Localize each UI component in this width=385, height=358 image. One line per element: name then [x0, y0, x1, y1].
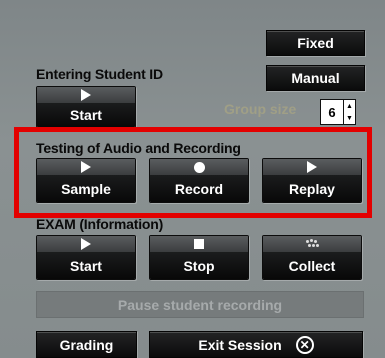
control-panel: Fixed Manual Entering Student ID Start G…: [0, 0, 385, 358]
entering-student-id-title: Entering Student ID: [36, 66, 163, 82]
collect-button[interactable]: Collect: [262, 235, 362, 280]
close-icon: ✕: [295, 335, 314, 354]
play-icon: [81, 238, 91, 250]
exam-title: EXAM (Information): [36, 216, 164, 232]
exam-start-label: Start: [37, 252, 135, 279]
stop-label: Stop: [150, 252, 248, 279]
group-size-stepper[interactable]: 6 ▲ ▼: [320, 99, 356, 125]
exit-session-label: Exit Session: [198, 336, 282, 353]
pause-student-recording-button[interactable]: Pause student recording: [36, 291, 364, 318]
stop-icon: [194, 239, 204, 249]
grading-button[interactable]: Grading: [36, 331, 137, 358]
stepper-down-icon[interactable]: ▼: [344, 112, 355, 124]
group-size-label: Group size: [224, 101, 297, 117]
group-size-value[interactable]: 6: [321, 100, 344, 124]
play-icon: [81, 89, 91, 101]
stepper-up-icon[interactable]: ▲: [344, 100, 355, 112]
exit-session-button[interactable]: Exit Session ✕: [149, 331, 363, 358]
manual-button[interactable]: Manual: [266, 65, 365, 91]
highlight-annotation: [14, 127, 372, 218]
collect-icon: [305, 239, 319, 249]
entering-start-button[interactable]: Start: [36, 86, 136, 128]
exam-start-button[interactable]: Start: [36, 235, 136, 280]
collect-label: Collect: [263, 252, 361, 279]
fixed-button[interactable]: Fixed: [266, 30, 365, 56]
stop-button[interactable]: Stop: [149, 235, 249, 280]
entering-start-label: Start: [37, 103, 135, 127]
